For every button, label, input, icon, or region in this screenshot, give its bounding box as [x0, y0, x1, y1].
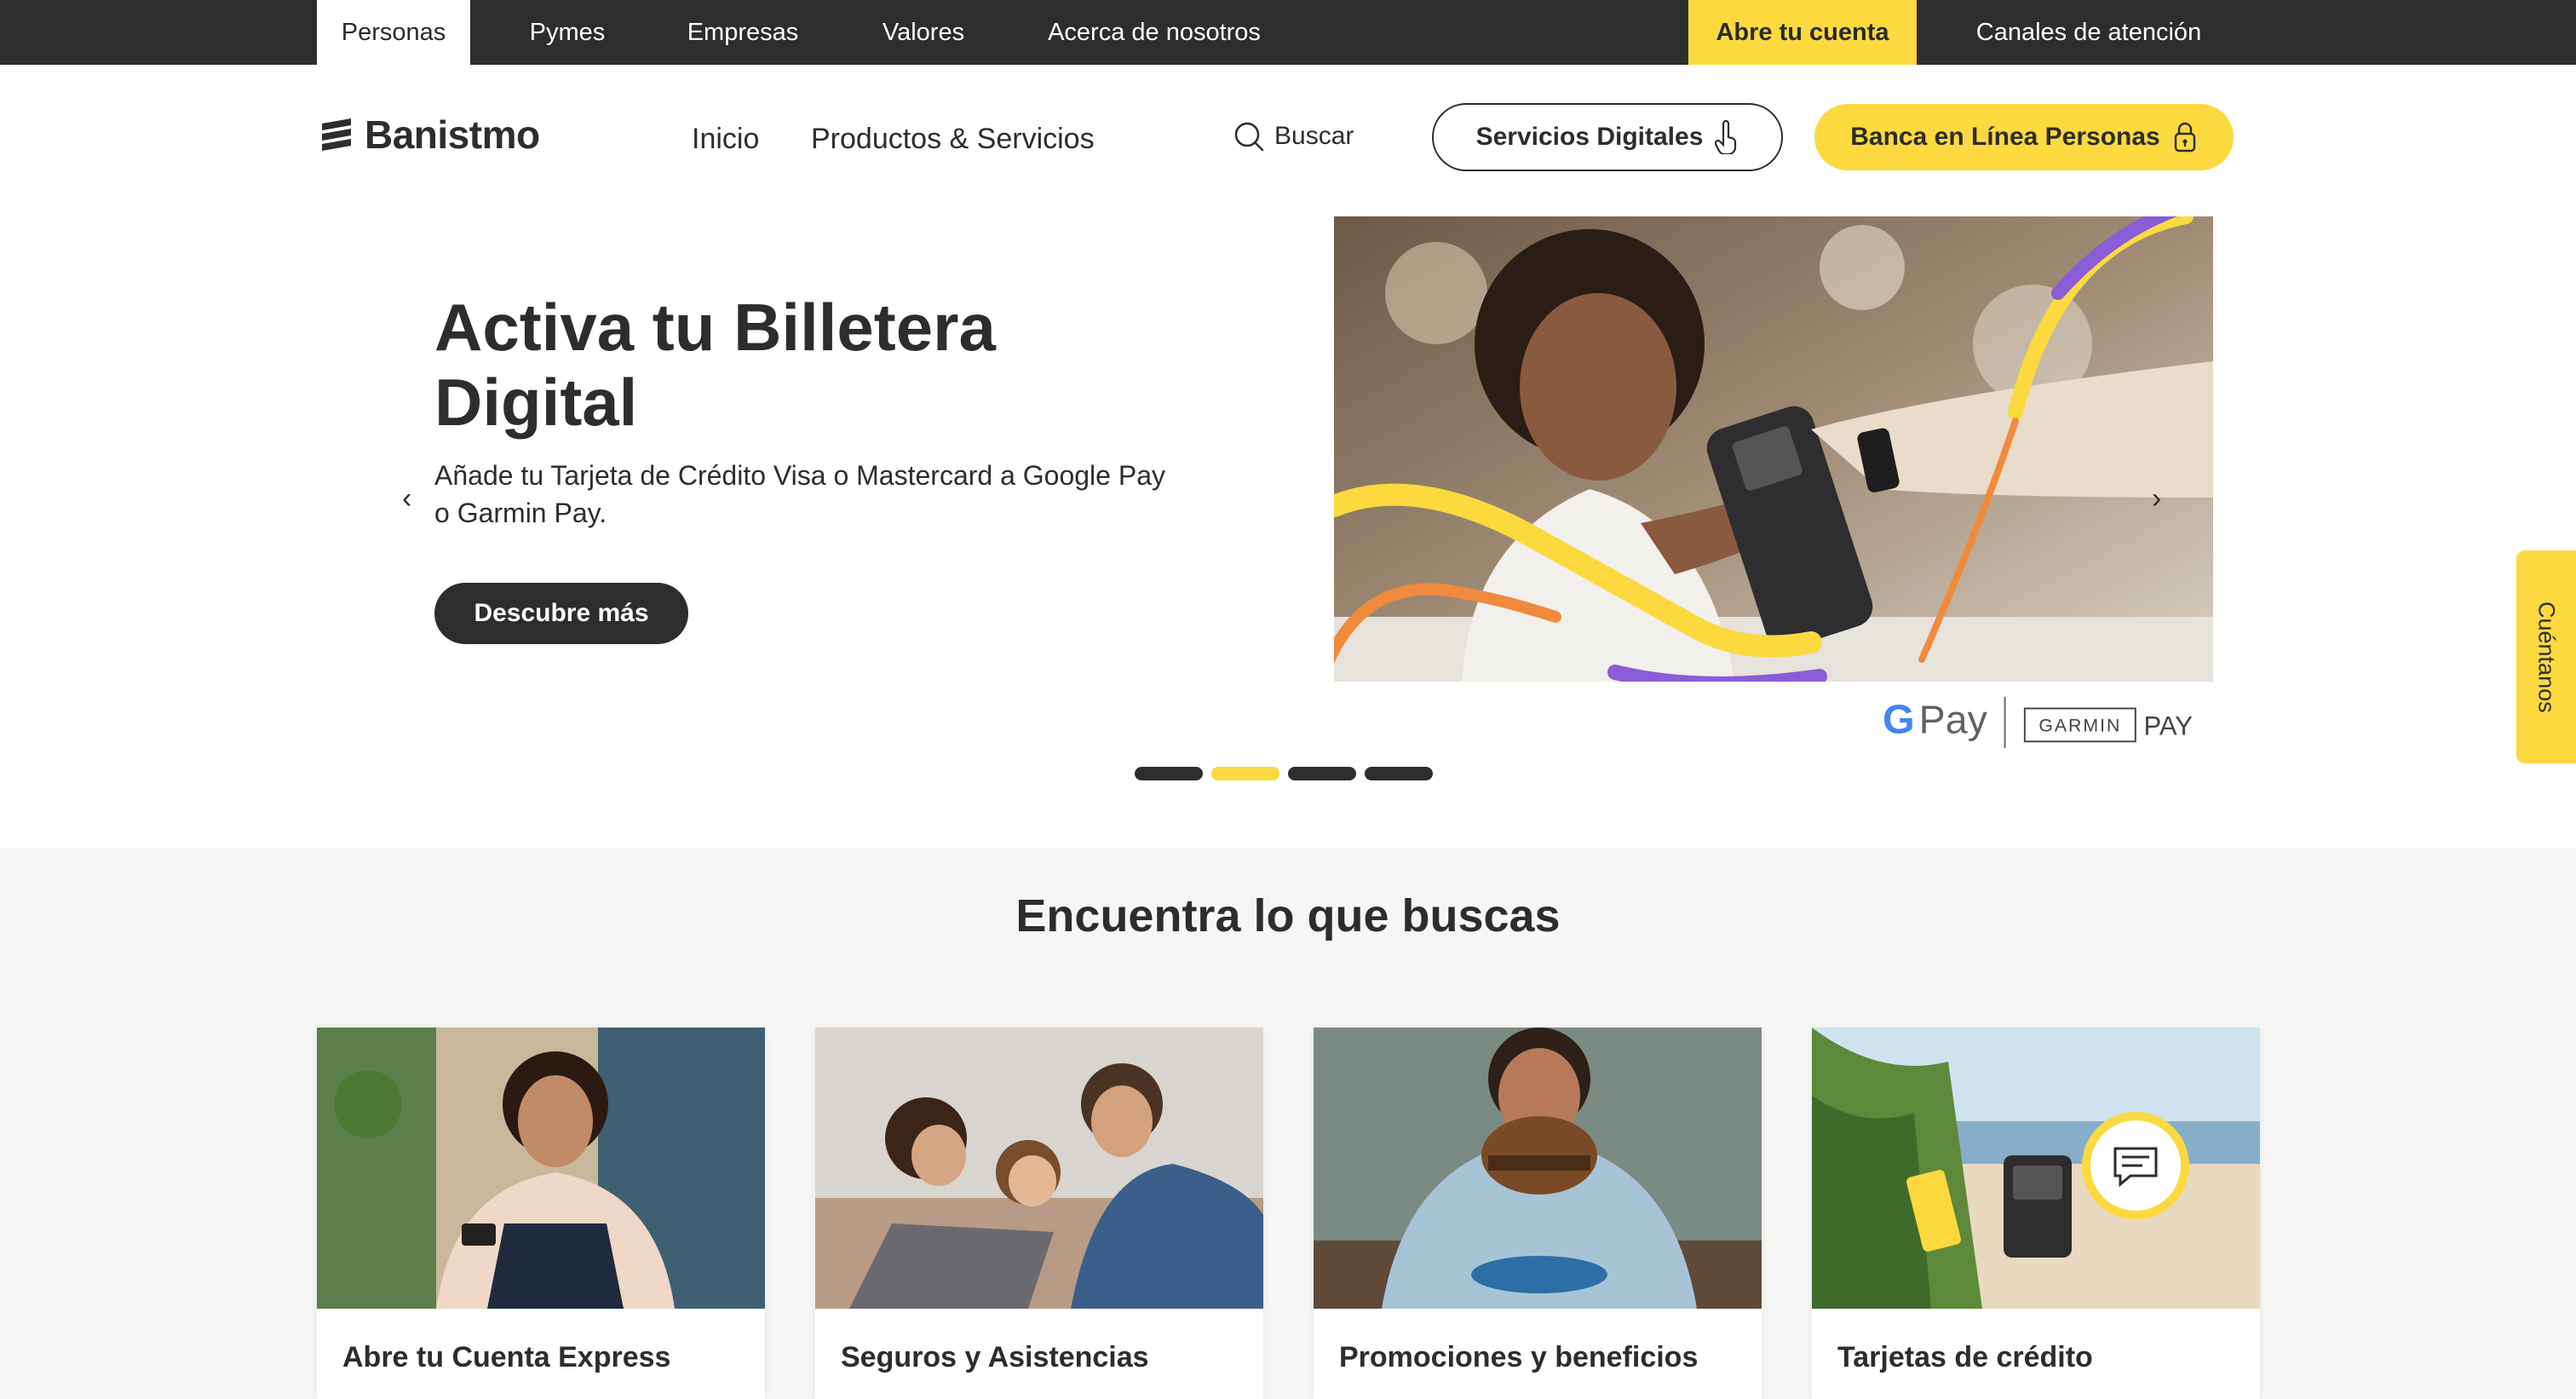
hero-subtitle: Añade tu Tarjeta de Crédito Visa o Maste… [434, 460, 1165, 528]
tab-personas[interactable]: Personas [317, 0, 470, 65]
open-account-button[interactable]: Abre tu cuenta [1688, 0, 1917, 65]
svg-text:G: G [1883, 697, 1915, 743]
tab-label: Valores [882, 18, 965, 46]
hero-image [1334, 216, 2213, 682]
digital-services-button[interactable]: Servicios Digitales [1432, 103, 1783, 171]
tab-label: Pymes [529, 18, 606, 46]
chevron-left-icon: ‹ [402, 482, 412, 515]
carousel-dot-2[interactable] [1211, 767, 1279, 780]
payment-logos: G Pay GARMIN PAY [1862, 682, 2213, 762]
feedback-side-tab[interactable]: Cuéntanos [2516, 550, 2576, 763]
online-banking-label: Banca en Línea Personas [1850, 123, 2160, 151]
feedback-label: Cuéntanos [2533, 601, 2560, 713]
card-image [317, 1028, 765, 1309]
top-bar: Personas Pymes Empresas Valores Acerca d… [0, 0, 2576, 65]
card-image [1314, 1028, 1762, 1309]
man-burger-photo [1314, 1028, 1762, 1309]
hero-title: Activa tu Billetera Digital [434, 290, 996, 440]
card-image [815, 1028, 1263, 1309]
find-title: Encuentra lo que buscas [1015, 890, 1561, 941]
card-tarjetas[interactable]: Tarjetas de crédito [1812, 1028, 2260, 1399]
brand-name: Banistmo [365, 112, 540, 157]
discover-more-label: Descubre más [474, 599, 649, 627]
lock-icon [2174, 122, 2195, 153]
card-title: Abre tu Cuenta Express [342, 1341, 671, 1373]
garmin-text: GARMIN [2038, 716, 2121, 736]
gpay-text: Pay [1919, 698, 1988, 742]
tab-label: Acerca de nosotros [1048, 18, 1261, 46]
chevron-right-icon: › [2152, 482, 2162, 515]
card-cuenta-express[interactable]: Abre tu Cuenta Express [317, 1028, 765, 1399]
tab-label: Personas [341, 18, 446, 46]
tab-acerca[interactable]: Acerca de nosotros [1031, 0, 1278, 65]
payment-photo [1334, 216, 2213, 682]
channels-label: Canales de atención [1975, 18, 2202, 46]
discover-more-button[interactable]: Descubre más [434, 583, 688, 644]
woman-phone-photo [317, 1028, 765, 1309]
search-icon [1234, 122, 1264, 152]
open-account-label: Abre tu cuenta [1716, 18, 1889, 46]
logo-mark-icon [322, 118, 351, 151]
brand-logo[interactable]: Banistmo [317, 112, 540, 157]
card-promociones[interactable]: Promociones y beneficios [1314, 1028, 1762, 1399]
carousel-prev-button[interactable]: ‹ [402, 482, 411, 515]
beach-card-photo [1812, 1028, 2260, 1309]
card-title: Seguros y Asistencias [841, 1341, 1149, 1373]
gpay-garmin-logos: G Pay GARMIN PAY [1883, 697, 2194, 749]
carousel-dot-1[interactable] [1135, 767, 1203, 780]
digital-services-label: Servicios Digitales [1475, 123, 1704, 151]
carousel-dot-3[interactable] [1288, 767, 1356, 780]
online-banking-button[interactable]: Banca en Línea Personas [1814, 104, 2234, 170]
carousel-dot-4[interactable] [1365, 767, 1433, 780]
card-title: Promociones y beneficios [1339, 1341, 1699, 1373]
garmin-pay-text: PAY [2144, 711, 2194, 741]
touch-hand-icon [1715, 120, 1737, 154]
card-seguros[interactable]: Seguros y Asistencias [815, 1028, 1263, 1399]
search-label: Buscar [1274, 122, 1354, 150]
channels-link[interactable]: Canales de atención [1944, 0, 2234, 65]
card-title: Tarjetas de crédito [1837, 1341, 2093, 1373]
tab-label: Empresas [687, 18, 799, 46]
tab-pymes[interactable]: Pymes [504, 0, 630, 65]
nav-productos-servicios[interactable]: Productos & Servicios [811, 123, 1095, 156]
search-button[interactable]: Buscar [1232, 119, 1354, 153]
nav-inicio[interactable]: Inicio [692, 123, 759, 156]
family-laptop-photo [815, 1028, 1263, 1309]
carousel-next-button[interactable]: › [2152, 482, 2161, 515]
tab-valores[interactable]: Valores [860, 0, 986, 65]
card-image [1812, 1028, 2260, 1309]
tab-empresas[interactable]: Empresas [671, 0, 814, 65]
